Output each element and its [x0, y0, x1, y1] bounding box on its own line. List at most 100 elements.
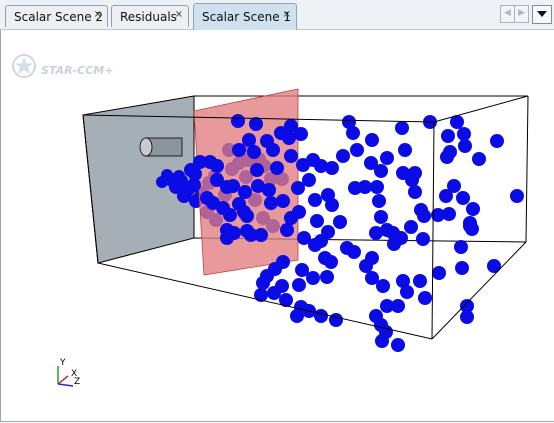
particle [266, 143, 280, 157]
tab-list-dropdown-button[interactable] [532, 5, 552, 24]
box-edge [433, 95, 529, 123]
chevron-down-icon [537, 11, 547, 17]
particle [329, 313, 343, 327]
particle [510, 189, 524, 203]
particle [374, 210, 388, 224]
particle [333, 215, 347, 229]
particle [321, 188, 335, 202]
particle [308, 193, 322, 207]
particle [295, 263, 309, 277]
particle [456, 191, 470, 205]
particle [325, 161, 339, 175]
particle [432, 266, 446, 280]
tab-label: Residuals [120, 10, 177, 24]
particle [472, 152, 486, 166]
scroll-tabs-right-button[interactable]: ▶ [514, 5, 529, 23]
particle [375, 334, 389, 348]
particle [359, 259, 373, 273]
particle [270, 161, 284, 175]
particle [395, 121, 409, 135]
particle [256, 276, 270, 290]
particle [276, 194, 290, 208]
particle [342, 115, 356, 129]
particle [210, 159, 224, 173]
particle [244, 228, 258, 242]
particle [372, 194, 386, 208]
particle [294, 127, 308, 141]
particle [457, 127, 471, 141]
particle [340, 241, 354, 255]
particle [318, 251, 332, 265]
tab-residuals[interactable]: Residuals × [111, 5, 189, 27]
particle [282, 131, 296, 145]
particle [187, 178, 201, 192]
particle [365, 271, 379, 285]
particle [237, 205, 251, 219]
inlet-pipe [139, 137, 183, 157]
box-edge [431, 241, 527, 340]
particle [350, 143, 364, 157]
particle [297, 231, 311, 245]
scroll-tabs-left-button[interactable]: ◀ [500, 5, 515, 23]
particle [314, 309, 328, 323]
particle [220, 180, 234, 194]
tab-scalar-scene-2[interactable]: Scalar Scene 2 × [5, 5, 108, 27]
particle [264, 196, 278, 210]
particle [416, 232, 430, 246]
particle [267, 286, 281, 300]
particle [466, 202, 480, 216]
close-icon[interactable]: × [283, 9, 291, 20]
particle [369, 226, 383, 240]
axis-triad: Y X Z [57, 358, 80, 387]
particle [487, 259, 501, 273]
close-icon[interactable]: × [175, 9, 183, 20]
particle [284, 149, 298, 163]
particle [242, 133, 256, 147]
particle [490, 134, 504, 148]
particle [310, 214, 324, 228]
particle [292, 278, 306, 292]
particle [454, 240, 468, 254]
z-axis-label: Z [74, 377, 80, 387]
particle [348, 181, 362, 195]
particle [380, 299, 394, 313]
particle [220, 231, 234, 245]
particle [232, 143, 246, 157]
particle [249, 117, 263, 131]
particle [441, 129, 455, 143]
particle [321, 225, 335, 239]
particle [398, 143, 412, 157]
box-edge [431, 121, 435, 340]
particle [439, 189, 453, 203]
particle [460, 310, 474, 324]
particle [320, 270, 334, 284]
close-icon[interactable]: × [94, 9, 102, 20]
particle [391, 338, 405, 352]
particle [404, 220, 418, 234]
particle [417, 209, 431, 223]
box-edge [525, 95, 529, 243]
particle [408, 166, 422, 180]
particle [387, 237, 401, 251]
particle [455, 261, 469, 275]
scene-viewport[interactable]: STAR-CCM+ Y X Z [0, 30, 554, 422]
z-axis-line [57, 383, 74, 387]
particle [380, 151, 394, 165]
particle [463, 219, 477, 233]
particle [223, 208, 237, 222]
particle [161, 169, 173, 181]
particle [365, 133, 379, 147]
particle [400, 285, 414, 299]
tab-label: Scalar Scene 2 [14, 10, 104, 24]
tab-scalar-scene-1[interactable]: Scalar Scene 1 × [193, 3, 297, 30]
y-axis-label: Y [59, 358, 66, 368]
particle [440, 150, 454, 164]
particle [290, 309, 304, 323]
particle [418, 291, 432, 305]
chevron-right-icon: ▶ [518, 8, 525, 18]
section-plane [193, 88, 299, 276]
tab-bar: Scalar Scene 2 × Residuals × Scalar Scen… [0, 0, 554, 30]
particle [238, 185, 252, 199]
particle [247, 145, 261, 159]
particle [251, 179, 265, 193]
